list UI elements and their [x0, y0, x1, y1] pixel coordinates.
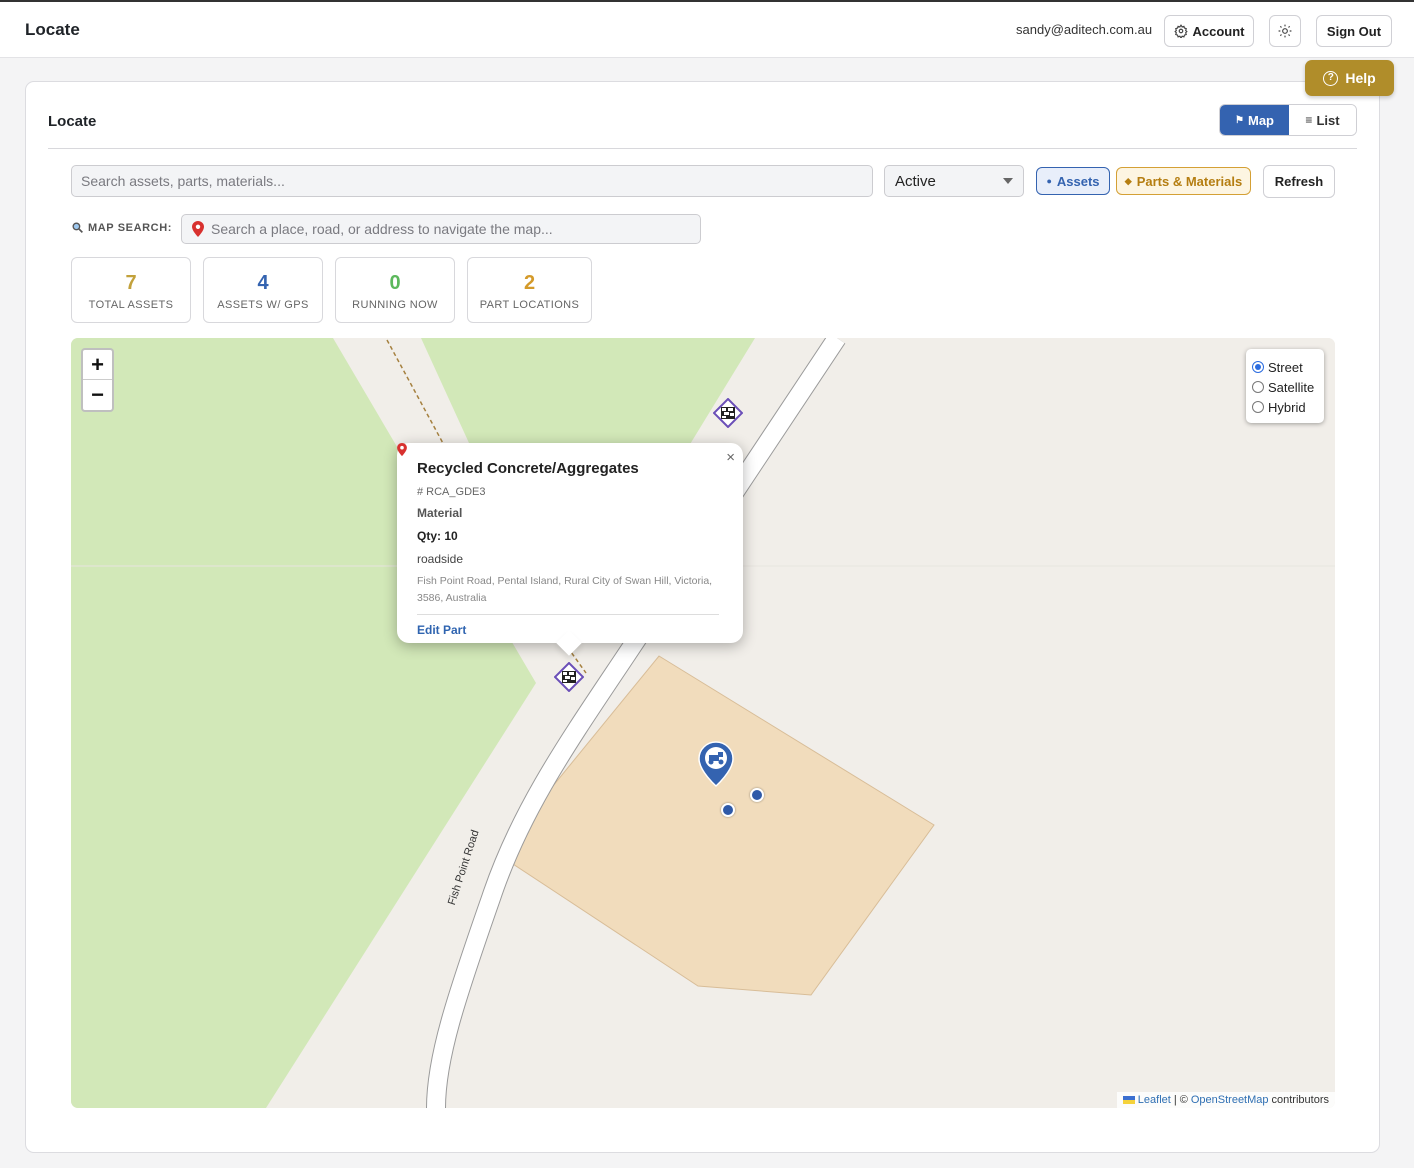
assets-chip-label: Assets — [1056, 173, 1100, 189]
signout-button[interactable]: Sign Out — [1316, 15, 1392, 47]
radio-icon — [1252, 381, 1264, 393]
stat-value: 2 — [523, 272, 536, 294]
stat-total-assets: 7 TOTAL ASSETS — [71, 257, 191, 323]
leaflet-link[interactable]: Leaflet — [1138, 1094, 1171, 1106]
asset-gps-dot[interactable] — [721, 803, 735, 817]
parts-chip-label: Parts & Materials — [1136, 173, 1243, 189]
popup-quantity: Qty: 10 — [417, 529, 458, 543]
zoom-in-button[interactable]: + — [83, 350, 112, 380]
stat-label: ASSETS W/ GPS — [217, 299, 309, 311]
status-select-value: Active — [895, 172, 936, 190]
map-search-label-group: MAP SEARCH: — [71, 221, 172, 234]
map-search-input[interactable] — [211, 221, 691, 237]
radio-icon — [1252, 401, 1264, 413]
stat-label: TOTAL ASSETS — [88, 299, 174, 311]
list-icon: ≡ — [1305, 113, 1313, 127]
list-view-label: List — [1316, 112, 1340, 128]
theme-toggle-button[interactable] — [1269, 15, 1301, 47]
part-location-marker[interactable] — [554, 662, 584, 692]
list-view-button[interactable]: ≡ List — [1289, 105, 1356, 135]
divider — [48, 148, 1357, 149]
part-location-marker[interactable] — [713, 398, 743, 428]
attribution-contributors: contributors — [1271, 1094, 1329, 1106]
layer-control: Street Satellite Hybrid — [1246, 349, 1324, 423]
question-circle-icon: ? — [1323, 70, 1339, 86]
asset-location-pin[interactable] — [697, 741, 735, 787]
user-email: sandy@aditech.com.au — [1016, 22, 1153, 37]
page-title: Locate — [48, 113, 97, 130]
assets-filter-chip[interactable]: ● Assets — [1036, 167, 1110, 195]
popup-title: Recycled Concrete/Aggregates — [417, 460, 639, 477]
map-view-button[interactable]: ⚑ Map — [1220, 105, 1289, 135]
brand-title: Locate — [25, 20, 80, 39]
popup-address: Fish Point Road, Pental Island, Rural Ci… — [417, 575, 713, 604]
map-view[interactable]: Fish Point Road + − Street Satellite Hyb… — [71, 338, 1335, 1108]
ukraine-flag-icon — [1122, 1096, 1135, 1104]
sun-icon — [1278, 24, 1292, 38]
parts-filter-chip[interactable]: ◆ Parts & Materials — [1116, 167, 1251, 195]
map-search-label: MAP SEARCH: — [88, 221, 173, 234]
part-popup: × Recycled Concrete/Aggregates # RCA_GDE… — [397, 443, 743, 643]
popup-part-code: # RCA_GDE3 — [417, 486, 486, 498]
stat-value: 7 — [125, 272, 137, 294]
edit-part-link[interactable]: Edit Part — [417, 623, 723, 637]
account-label: Account — [1192, 23, 1245, 39]
gear-icon — [1173, 24, 1188, 38]
help-label: Help — [1345, 70, 1376, 86]
stat-assets-gps: 4 ASSETS W/ GPS — [203, 257, 323, 323]
popup-location: roadside — [397, 443, 723, 566]
status-select[interactable]: Active — [884, 165, 1024, 197]
flag-icon: ⚑ — [1235, 114, 1244, 126]
osm-link[interactable]: OpenStreetMap — [1191, 1094, 1269, 1106]
popup-location-name: roadside — [417, 552, 464, 566]
radio-selected-icon — [1252, 361, 1264, 373]
chevron-down-icon — [1003, 178, 1013, 184]
pin-icon — [397, 443, 407, 456]
attribution-separator: | © — [1173, 1094, 1188, 1106]
stat-value: 4 — [257, 272, 269, 294]
stat-label: PART LOCATIONS — [479, 299, 580, 311]
stat-running-now: 0 RUNNING NOW — [335, 257, 455, 323]
stat-part-locations: 2 PART LOCATIONS — [467, 257, 592, 323]
stat-label: RUNNING NOW — [352, 299, 438, 311]
dot-icon: ● — [1046, 176, 1052, 186]
layer-label: Satellite — [1268, 379, 1315, 395]
map-attribution: Leaflet | © OpenStreetMap contributors — [1116, 1092, 1335, 1108]
app-header: Locate sandy@aditech.com.au Account Sign… — [0, 2, 1414, 58]
view-toggle: ⚑ Map ≡ List — [1219, 104, 1357, 136]
popup-part-type: Material — [417, 506, 463, 520]
map-view-label: Map — [1247, 112, 1274, 128]
account-button[interactable]: Account — [1164, 15, 1254, 47]
diamond-icon: ◆ — [1124, 175, 1132, 186]
layer-label: Street — [1268, 359, 1303, 375]
pin-icon — [192, 221, 204, 237]
refresh-button[interactable]: Refresh — [1263, 165, 1335, 198]
map-search-field[interactable] — [181, 214, 701, 244]
layer-street-option[interactable]: Street — [1252, 357, 1318, 377]
zoom-out-button[interactable]: − — [83, 380, 112, 410]
layer-satellite-option[interactable]: Satellite — [1252, 377, 1318, 397]
stat-value: 0 — [389, 272, 401, 294]
asset-gps-dot[interactable] — [750, 788, 764, 802]
close-icon[interactable]: × — [726, 449, 735, 466]
zoom-control: + − — [81, 348, 114, 412]
search-input[interactable] — [71, 165, 873, 197]
layer-hybrid-option[interactable]: Hybrid — [1252, 397, 1318, 417]
divider — [417, 614, 719, 615]
layer-label: Hybrid — [1268, 399, 1306, 415]
help-button[interactable]: ? Help — [1305, 60, 1394, 96]
magnifier-icon — [72, 222, 83, 233]
locate-card: Locate ⚑ Map ≡ List Active ● Assets ◆ Pa… — [25, 81, 1380, 1153]
